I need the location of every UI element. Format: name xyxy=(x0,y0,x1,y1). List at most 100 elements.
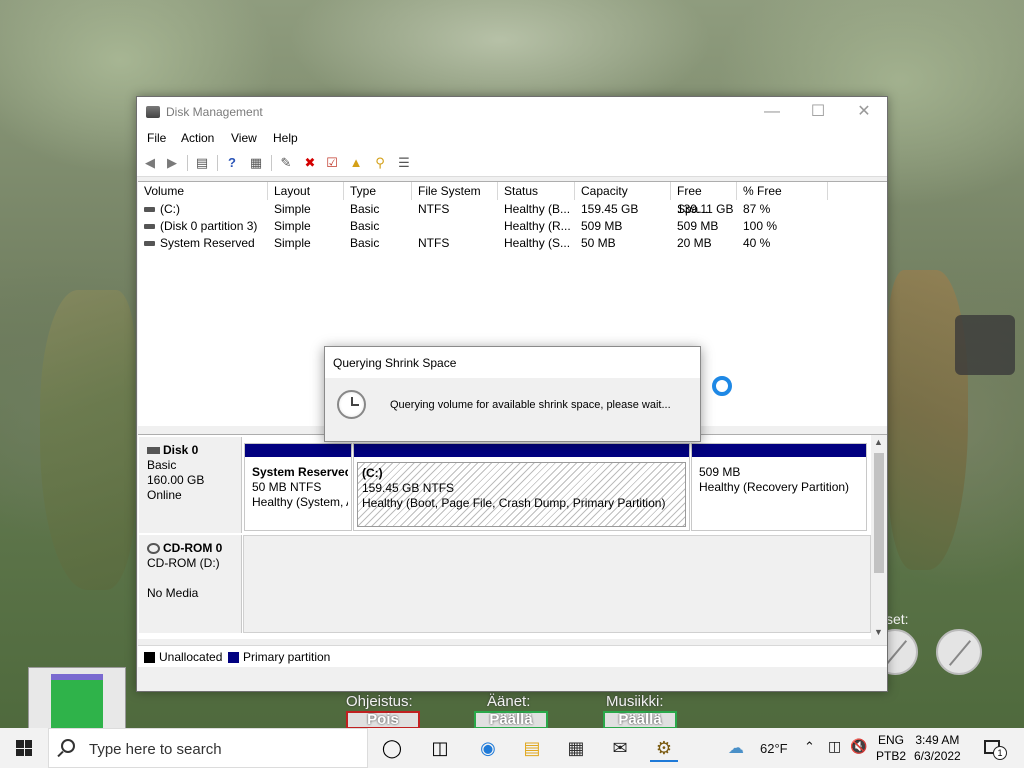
cell-free-space: 20 MB xyxy=(677,236,712,250)
partition-size: 509 MB xyxy=(699,465,741,479)
cell-volume: (Disk 0 partition 3) xyxy=(144,218,257,235)
cortana-icon[interactable]: ◯ xyxy=(378,734,406,762)
scroll-down-icon[interactable]: ▼ xyxy=(874,627,883,637)
legend-unallocated-label: Unallocated xyxy=(159,650,223,664)
cell-file-system: NTFS xyxy=(418,202,450,216)
search-folder-icon[interactable]: ⚲ xyxy=(371,154,389,172)
scrollbar-thumb[interactable] xyxy=(874,453,884,573)
volume-icon xyxy=(144,207,155,213)
menu-file[interactable]: File xyxy=(147,131,166,145)
cell-free-space: 139.11 GB xyxy=(677,202,734,216)
cell-layout: Simple xyxy=(274,236,311,250)
cell-volume-text: (C:) xyxy=(160,202,180,216)
disk0-label[interactable]: Disk 0 Basic 160.00 GB Online xyxy=(139,437,242,533)
volume-icon xyxy=(144,224,155,230)
game-button-music[interactable]: Päällä xyxy=(603,711,677,729)
primary-swatch xyxy=(228,652,239,663)
partition-status: Healthy (System, A xyxy=(252,495,348,509)
delete-icon[interactable]: ✖ xyxy=(301,154,319,172)
partition-size: 159.45 GB NTFS xyxy=(362,481,455,495)
column-file-system[interactable]: File System xyxy=(412,182,498,200)
partition-status: Healthy (Recovery Partition) xyxy=(699,480,850,494)
partition-recovery[interactable]: 509 MB Healthy (Recovery Partition) xyxy=(691,443,867,531)
game-button-sounds[interactable]: Päällä xyxy=(474,711,548,729)
minimize-button[interactable]: — xyxy=(749,97,795,127)
game-app-icon[interactable]: ⚙ xyxy=(650,734,678,762)
disk0-status: Online xyxy=(147,488,182,502)
toolbar-separator xyxy=(217,155,218,171)
table-row[interactable]: (C:) Simple Basic NTFS Healthy (B... 159… xyxy=(138,201,887,218)
lamp-post-image xyxy=(955,315,1015,375)
menu-view[interactable]: View xyxy=(231,131,257,145)
table-row[interactable]: System Reserved Simple Basic NTFS Health… xyxy=(138,235,887,252)
legend-primary: Primary partition xyxy=(228,650,330,664)
dialog-message: Querying volume for available shrink spa… xyxy=(390,399,671,411)
input-language[interactable]: ENG PTB2 xyxy=(876,732,906,764)
game-label-instructions: Ohjeistus: xyxy=(346,693,413,710)
partition-size: 50 MB NTFS xyxy=(252,480,322,494)
taskbar-clock[interactable]: 3:49 AM 6/3/2022 xyxy=(914,732,961,764)
partition-c-drive[interactable]: (C:) 159.45 GB NTFS Healthy (Boot, Page … xyxy=(353,443,690,531)
column-status[interactable]: Status xyxy=(498,182,575,200)
network-icon[interactable]: ◫ xyxy=(828,738,841,755)
volume-muted-icon[interactable]: 🔇 xyxy=(850,738,867,755)
partition-status: Healthy (Boot, Page File, Crash Dump, Pr… xyxy=(362,496,666,510)
edge-browser-icon[interactable]: ◉ xyxy=(474,734,502,762)
show-hidden-icons-chevron-icon[interactable]: ⌃ xyxy=(804,739,815,755)
column-type[interactable]: Type xyxy=(344,182,412,200)
menu-help[interactable]: Help xyxy=(273,131,298,145)
game-button-sounds-label: Päällä xyxy=(489,711,533,728)
vertical-scrollbar[interactable]: ▲ ▼ xyxy=(871,435,887,640)
notification-count: 1 xyxy=(993,746,1007,760)
folder-up-icon[interactable]: ▲ xyxy=(347,154,365,172)
column-capacity[interactable]: Capacity xyxy=(575,182,671,200)
cell-layout: Simple xyxy=(274,219,311,233)
column-free-space[interactable]: Free Spa... xyxy=(671,182,737,216)
cell-type: Basic xyxy=(350,219,380,233)
cdrom0-label[interactable]: CD-ROM 0 CD-ROM (D:) No Media xyxy=(139,535,242,633)
properties-icon[interactable]: ▦ xyxy=(247,154,265,172)
help-icon[interactable]: ? xyxy=(223,154,241,172)
cell-volume-text: System Reserved xyxy=(160,236,255,250)
file-explorer-icon[interactable]: ▤ xyxy=(518,734,546,762)
connect-disk-icon[interactable]: ✎ xyxy=(277,154,295,172)
clock-date: 6/3/2022 xyxy=(914,749,961,763)
weather-temperature[interactable]: 62°F xyxy=(760,741,788,756)
menu-action[interactable]: Action xyxy=(181,131,214,145)
game-round-button-2[interactable] xyxy=(936,629,982,675)
cell-percent-free: 87 % xyxy=(743,202,771,216)
column-percent-free[interactable]: % Free xyxy=(737,182,828,200)
column-layout[interactable]: Layout xyxy=(268,182,344,200)
close-button[interactable]: ✕ xyxy=(841,97,887,127)
cell-volume: System Reserved xyxy=(144,235,255,252)
check-icon[interactable]: ☑ xyxy=(323,154,341,172)
column-volume[interactable]: Volume xyxy=(138,182,268,200)
hard-disk-icon xyxy=(147,447,160,455)
console-tree-icon[interactable]: ▤ xyxy=(193,154,211,172)
cdrom0-name: CD-ROM 0 xyxy=(163,541,223,555)
list-view-icon[interactable]: ☰ xyxy=(395,154,413,172)
game-label-music: Musiikki: xyxy=(606,693,664,710)
back-arrow-icon[interactable]: ◀ xyxy=(141,154,159,172)
taskbar-search[interactable]: Type here to search xyxy=(48,728,368,768)
forward-arrow-icon[interactable]: ▶ xyxy=(163,154,181,172)
game-button-instructions[interactable]: Pois xyxy=(346,711,420,729)
disk0-name: Disk 0 xyxy=(163,443,199,457)
title-bar[interactable]: Disk Management — ☐ ✕ xyxy=(137,97,887,127)
task-view-icon[interactable]: ◫ xyxy=(426,734,454,762)
mail-icon[interactable]: ✉ xyxy=(606,734,634,762)
scroll-up-icon[interactable]: ▲ xyxy=(874,437,883,447)
maximize-button[interactable]: ☐ xyxy=(795,97,841,127)
clock-icon xyxy=(337,390,366,419)
cell-free-space: 509 MB xyxy=(677,219,719,233)
table-row[interactable]: (Disk 0 partition 3) Simple Basic Health… xyxy=(138,218,887,235)
disk0-type: Basic xyxy=(147,458,177,472)
windows-logo-icon xyxy=(16,740,32,756)
busy-spinner-icon xyxy=(712,376,732,396)
microsoft-store-icon[interactable]: ▦ xyxy=(562,734,590,762)
weather-cloud-icon[interactable]: ☁ xyxy=(728,738,744,758)
unallocated-swatch xyxy=(144,652,155,663)
partition-system-reserved[interactable]: System Reserved 50 MB NTFS Healthy (Syst… xyxy=(244,443,352,531)
start-button[interactable] xyxy=(0,728,48,768)
cell-type: Basic xyxy=(350,202,380,216)
